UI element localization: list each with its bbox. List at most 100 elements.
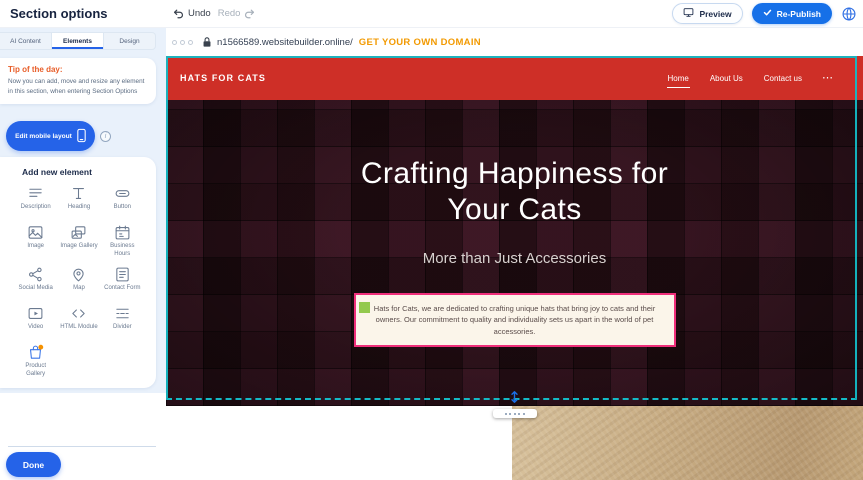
builder-canvas: n1566589.websitebuilder.online/ GET YOUR… — [166, 28, 863, 480]
add-element-social-media[interactable]: Social Media — [14, 265, 57, 297]
undo-redo-group: Undo Redo — [172, 8, 256, 20]
tip-body: Now you can add, move and resize any ele… — [8, 77, 146, 96]
add-element-image[interactable]: Image — [14, 223, 57, 258]
section-resize-handle[interactable] — [493, 390, 537, 418]
add-element-heading[interactable]: Heading — [57, 184, 100, 216]
element-label: Social Media — [18, 285, 52, 293]
image-icon — [27, 223, 45, 241]
monitor-icon — [683, 7, 694, 20]
nav-link-about[interactable]: About Us — [709, 69, 744, 88]
element-label: Video — [28, 324, 43, 332]
republish-button[interactable]: Re-Publish — [752, 3, 832, 24]
divider-icon — [113, 304, 131, 322]
hero-heading[interactable]: Crafting Happiness forYour Cats — [166, 156, 863, 228]
sidebar-divider — [8, 446, 156, 447]
add-element-product-gallery[interactable]: Product Gallery — [14, 343, 57, 378]
image-gallery-icon — [70, 223, 88, 241]
tab-elements[interactable]: Elements — [52, 33, 104, 49]
nav-link-contact[interactable]: Contact us — [763, 69, 803, 88]
tab-design[interactable]: Design — [104, 33, 155, 49]
language-globe-icon[interactable] — [841, 6, 857, 22]
hero-heading-line1: Crafting Happiness for — [361, 157, 668, 190]
element-drag-handle[interactable] — [359, 302, 370, 313]
next-section-image — [512, 406, 863, 480]
get-domain-link[interactable]: GET YOUR OWN DOMAIN — [359, 37, 481, 48]
tab-ai-content[interactable]: AI Content — [0, 33, 52, 49]
element-label: Description — [21, 204, 51, 212]
text-lines-icon — [27, 184, 45, 202]
redo-label: Redo — [218, 8, 241, 19]
new-badge-dot — [39, 344, 44, 349]
preview-label: Preview — [699, 9, 731, 19]
nav-link-home[interactable]: Home — [667, 69, 690, 88]
code-icon — [70, 304, 88, 322]
add-element-map[interactable]: Map — [57, 265, 100, 297]
undo-label: Undo — [188, 8, 211, 19]
app: Section options Undo Redo Preview — [0, 0, 863, 480]
element-label: Divider — [113, 324, 132, 332]
topbar: Section options Undo Redo Preview — [0, 0, 863, 28]
redo-button[interactable]: Redo — [218, 8, 257, 20]
element-label: Heading — [68, 204, 90, 212]
sidebar-tabs: AI Content Elements Design — [0, 32, 156, 50]
info-icon[interactable]: i — [100, 131, 111, 142]
business-hours-icon — [113, 223, 131, 241]
hero-subheading[interactable]: More than Just Accessories — [166, 250, 863, 267]
lock-icon — [202, 36, 212, 48]
video-icon — [27, 304, 45, 322]
resize-grip — [493, 409, 537, 418]
element-label: HTML Module — [60, 324, 97, 332]
undo-icon — [172, 8, 184, 20]
undo-button[interactable]: Undo — [172, 8, 211, 20]
site-nav-links: Home About Us Contact us ⋯ — [667, 69, 834, 88]
add-element-html-module[interactable]: HTML Module — [57, 304, 100, 336]
add-element-description[interactable]: Description — [14, 184, 57, 216]
redo-icon — [244, 8, 256, 20]
sidebar: AI Content Elements Design Tip of the da… — [0, 28, 166, 480]
element-label: Map — [73, 285, 85, 293]
check-icon — [763, 8, 772, 19]
add-element-grid: Description Heading Button Image Image G — [0, 184, 156, 378]
element-label: Image — [27, 243, 44, 251]
add-element-button[interactable]: Button — [101, 184, 144, 216]
republish-label: Re-Publish — [777, 9, 821, 19]
nav-more-icon[interactable]: ⋯ — [822, 73, 833, 84]
share-icon — [27, 265, 45, 283]
site-url[interactable]: n1566589.websitebuilder.online/ — [217, 37, 353, 48]
add-element-divider[interactable]: Divider — [101, 304, 144, 336]
page-title: Section options — [10, 6, 108, 21]
add-element-contact-form[interactable]: Contact Form — [101, 265, 144, 297]
tip-title: Tip of the day: — [8, 65, 146, 74]
add-element-video[interactable]: Video — [14, 304, 57, 336]
element-label: Button — [114, 204, 131, 212]
hero-paragraph: Hats for Cats, we are dedicated to craft… — [374, 304, 655, 336]
add-element-business-hours[interactable]: Business Hours — [101, 223, 144, 258]
add-element-panel: Add new element Description Heading Butt… — [0, 157, 156, 388]
window-dot — [188, 40, 193, 45]
add-element-title: Add new element — [22, 167, 156, 177]
form-icon — [113, 265, 131, 283]
resize-arrows-icon — [509, 390, 520, 408]
window-dots — [172, 40, 193, 45]
element-label: Business Hours — [102, 243, 142, 258]
window-dot — [172, 40, 177, 45]
add-element-image-gallery[interactable]: Image Gallery — [57, 223, 100, 258]
edit-mobile-layout-label: Edit mobile layout — [15, 133, 72, 140]
window-dot — [180, 40, 185, 45]
topbar-actions: Preview Re-Publish — [672, 3, 857, 24]
map-pin-icon — [70, 265, 88, 283]
hero-heading-line2: Your Cats — [447, 193, 581, 226]
site-navbar: Hats for Cats Home About Us Contact us ⋯ — [166, 56, 863, 100]
preview-button[interactable]: Preview — [672, 3, 742, 24]
browser-bar: n1566589.websitebuilder.online/ GET YOUR… — [166, 28, 863, 56]
phone-icon — [77, 128, 86, 145]
button-icon — [113, 184, 131, 202]
site-logo[interactable]: Hats for Cats — [180, 73, 266, 83]
element-label: Image Gallery — [60, 243, 97, 251]
edit-mobile-layout-button[interactable]: Edit mobile layout — [6, 121, 95, 151]
done-button[interactable]: Done — [6, 452, 61, 477]
hero-paragraph-box[interactable]: Hats for Cats, we are dedicated to craft… — [354, 293, 676, 347]
hero-section[interactable]: Crafting Happiness forYour Cats More tha… — [166, 100, 863, 406]
element-label: Contact Form — [104, 285, 140, 293]
element-label: Product Gallery — [16, 363, 56, 378]
